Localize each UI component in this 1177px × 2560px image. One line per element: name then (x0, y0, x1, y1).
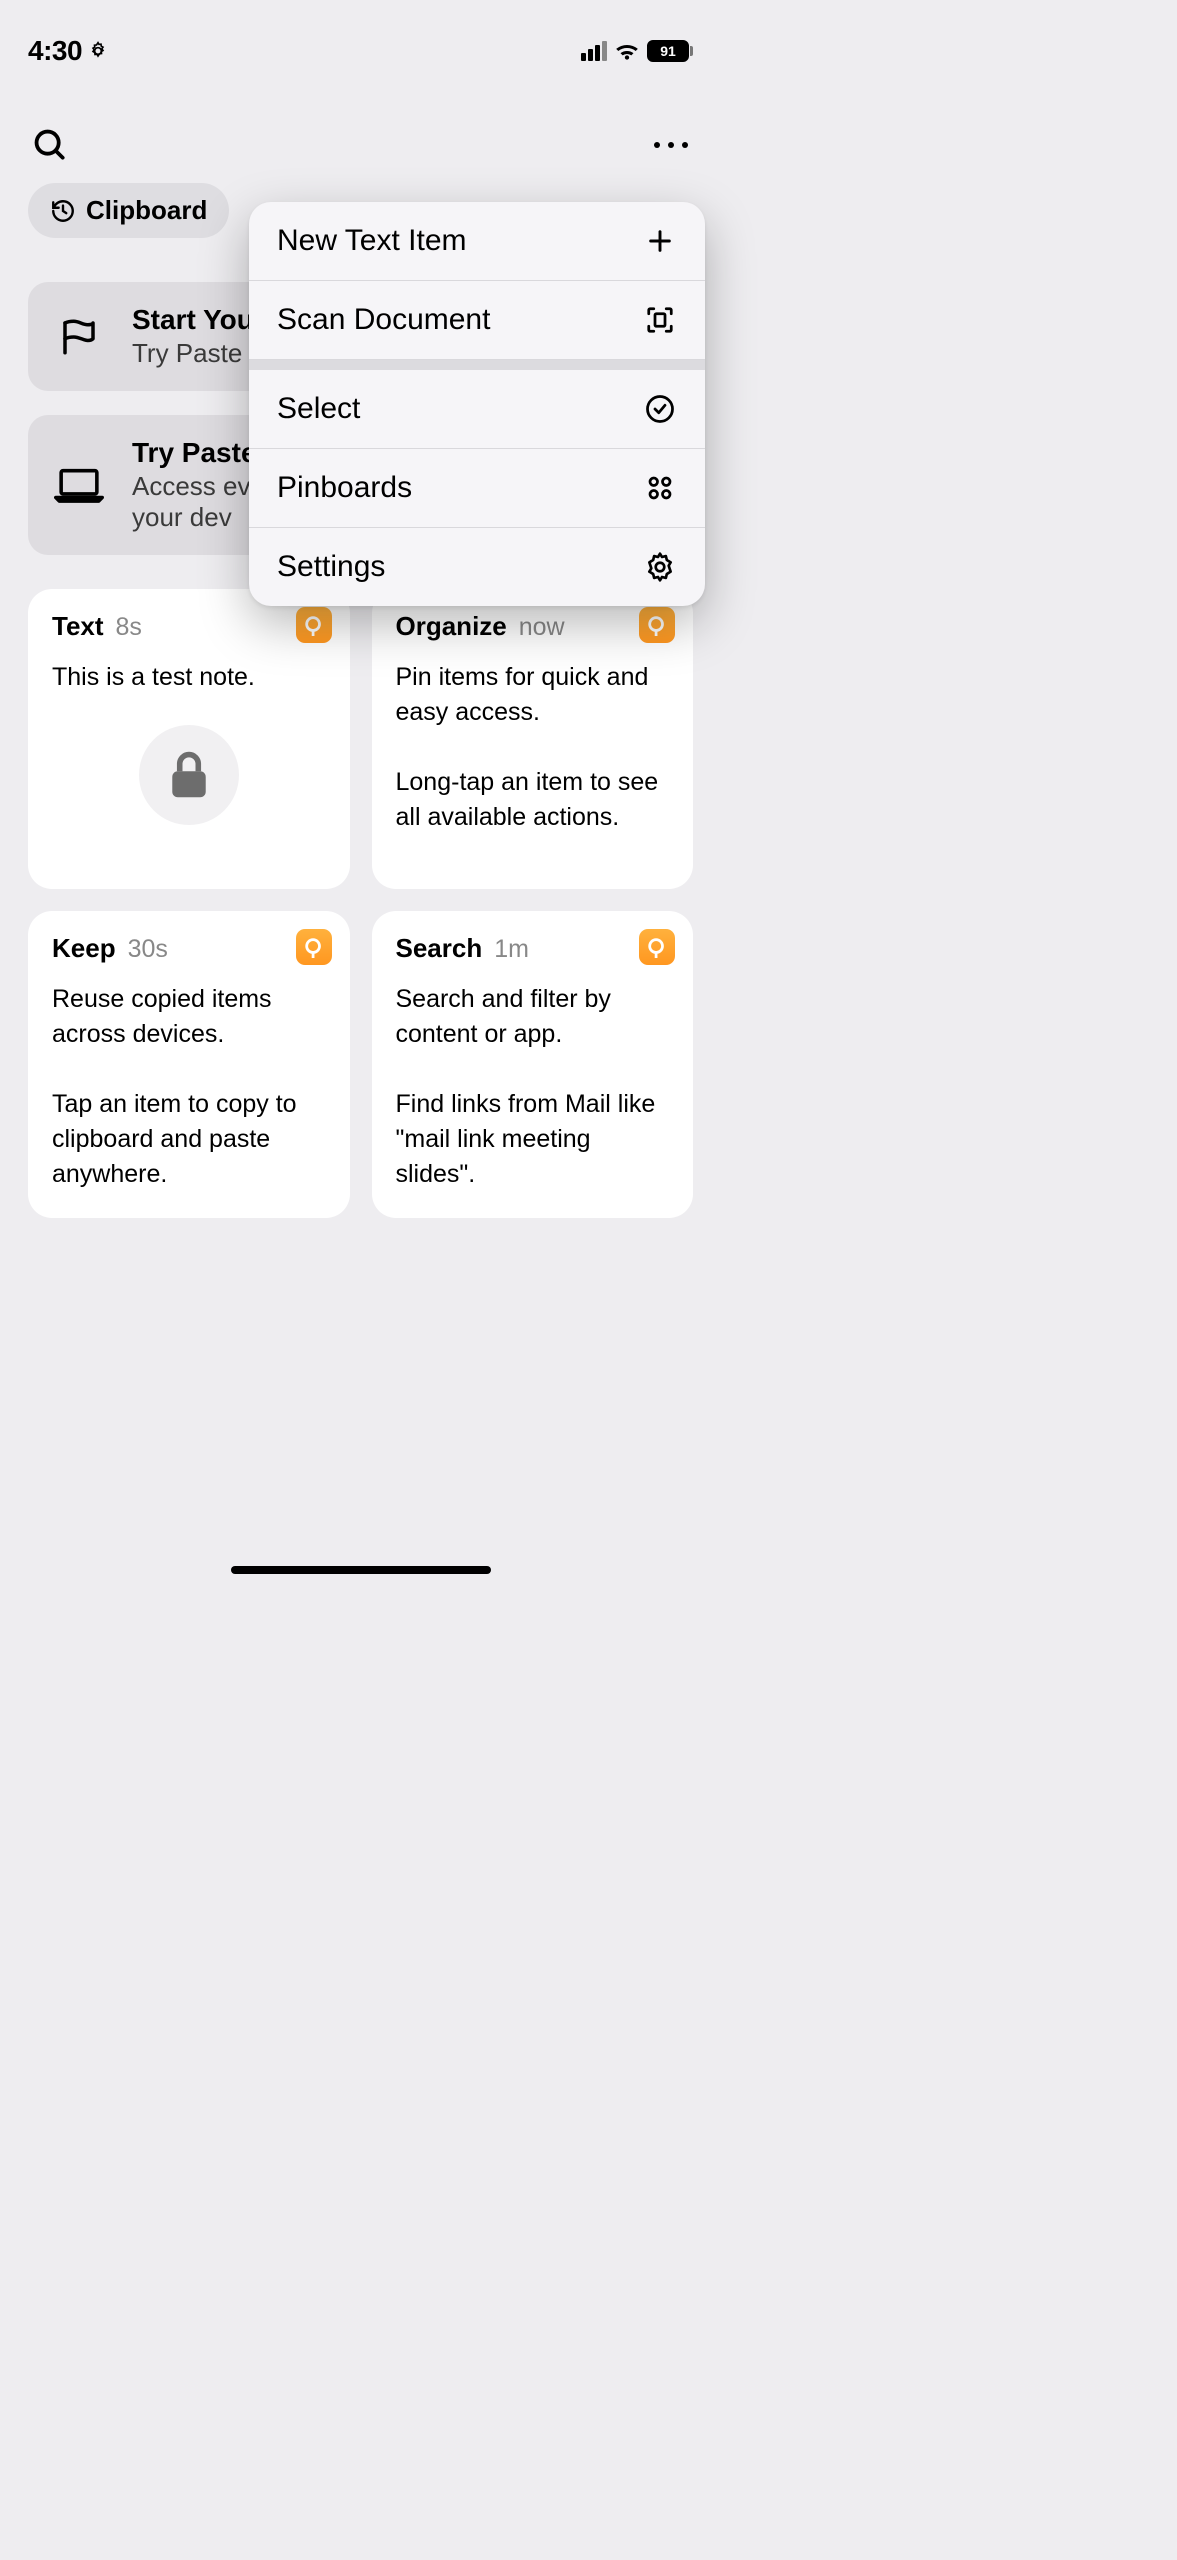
chip-label: Clipboard (86, 195, 207, 226)
menu-label: Pinboards (277, 471, 412, 505)
status-bar: 4:30 91 (0, 18, 721, 83)
battery-level: 91 (660, 43, 676, 59)
card-text[interactable]: Text 8s This is a test note. (28, 589, 350, 889)
card-body: This is a test note. (52, 660, 326, 695)
menu-settings[interactable]: Settings (249, 528, 705, 606)
context-menu: New Text Item Scan Document Select Pinbo… (249, 202, 705, 606)
more-button[interactable] (651, 125, 691, 165)
cellular-icon (581, 41, 607, 61)
focus-icon (88, 41, 108, 61)
menu-new-text-item[interactable]: New Text Item (249, 202, 705, 281)
search-button[interactable] (30, 125, 70, 165)
app-badge-icon (296, 929, 332, 965)
scan-icon (643, 303, 677, 337)
card-time: 8s (116, 613, 142, 642)
card-keep[interactable]: Keep 30s Reuse copied items across devic… (28, 911, 350, 1218)
gear-icon (643, 550, 677, 584)
card-title: Organize (396, 611, 507, 642)
status-left: 4:30 (28, 35, 108, 67)
history-icon (50, 198, 76, 224)
banner-subtitle: Try Paste (132, 338, 254, 369)
wifi-icon (614, 41, 640, 61)
card-body: Reuse copied items across devices. Tap a… (52, 982, 326, 1192)
menu-label: Select (277, 392, 360, 426)
flag-icon (54, 312, 104, 362)
banner-title: Start You (132, 304, 254, 336)
menu-label: Scan Document (277, 303, 490, 337)
lock-icon (139, 725, 239, 825)
menu-label: New Text Item (277, 224, 467, 258)
card-time: 1m (494, 935, 529, 964)
card-title: Keep (52, 933, 116, 964)
app-badge-icon (639, 607, 675, 643)
battery-icon: 91 (647, 40, 693, 62)
card-body: Pin items for quick and easy access. Lon… (396, 660, 670, 835)
card-time: 30s (128, 935, 168, 964)
app-badge-icon (639, 929, 675, 965)
card-search[interactable]: Search 1m Search and filter by content o… (372, 911, 694, 1218)
home-indicator[interactable] (231, 1566, 491, 1574)
card-title: Text (52, 611, 104, 642)
plus-icon (643, 224, 677, 258)
grid-icon (643, 471, 677, 505)
status-right: 91 (581, 40, 693, 62)
card-time: now (519, 613, 565, 642)
check-circle-icon (643, 392, 677, 426)
card-grid: Text 8s This is a test note. Organize no… (0, 589, 721, 1218)
menu-divider (249, 360, 705, 370)
app-badge-icon (296, 607, 332, 643)
menu-label: Settings (277, 550, 385, 584)
card-body: Search and filter by content or app. Fin… (396, 982, 670, 1192)
card-organize[interactable]: Organize now Pin items for quick and eas… (372, 589, 694, 889)
clipboard-chip[interactable]: Clipboard (28, 183, 229, 238)
laptop-icon (54, 460, 104, 510)
menu-pinboards[interactable]: Pinboards (249, 449, 705, 528)
menu-scan-document[interactable]: Scan Document (249, 281, 705, 360)
menu-select[interactable]: Select (249, 370, 705, 449)
status-time: 4:30 (28, 35, 82, 67)
top-toolbar (0, 83, 721, 179)
card-title: Search (396, 933, 483, 964)
